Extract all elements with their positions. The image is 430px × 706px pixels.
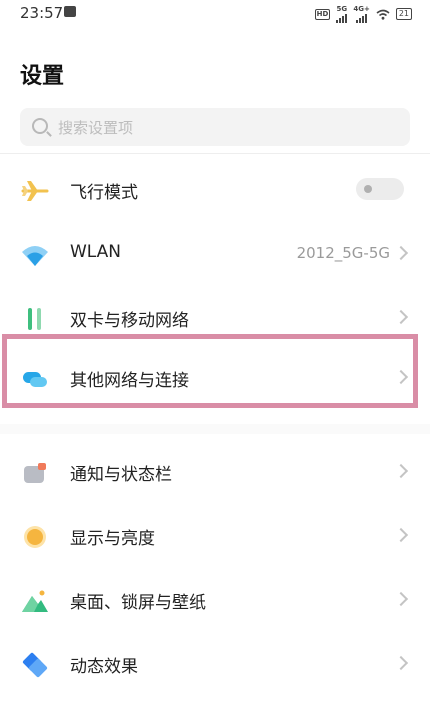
settings-item-label: 双卡与移动网络: [70, 311, 189, 331]
wlan-network-name: 2012_5G-5G: [296, 244, 390, 262]
brightness-icon: [24, 526, 46, 548]
chevron-right-icon: [393, 309, 409, 325]
section-separator: [0, 424, 430, 434]
highlight-frame: [2, 334, 418, 408]
settings-item-label: 桌面、锁屏与壁纸: [70, 593, 206, 613]
settings-item-label: 动态效果: [70, 657, 138, 677]
settings-item-animation[interactable]: 动态效果: [0, 632, 430, 696]
airplane-mode-toggle[interactable]: [356, 178, 404, 200]
settings-item-label: 显示与亮度: [70, 529, 155, 549]
divider: [0, 153, 430, 154]
wifi-icon: [22, 246, 48, 266]
wallpaper-icon: [22, 590, 48, 612]
settings-item-label: 通知与状态栏: [70, 465, 172, 485]
status-bar: 23:57 HD 5G 4G+ 21: [0, 0, 430, 26]
search-placeholder: 搜索设置项: [58, 119, 134, 137]
sim-cards-icon: [28, 308, 41, 330]
hd-badge: HD: [314, 8, 331, 20]
settings-item-wlan[interactable]: WLAN 2012_5G-5G: [0, 222, 430, 286]
status-indicators: HD 5G 4G+ 21: [314, 5, 412, 23]
page-title: 设置: [20, 64, 65, 89]
chevron-right-icon: [393, 591, 409, 607]
signal-5g-icon: 5G: [336, 5, 348, 23]
settings-item-label: WLAN: [70, 242, 122, 262]
settings-item-display[interactable]: 显示与亮度: [0, 504, 430, 568]
animation-icon: [22, 652, 48, 678]
battery-icon: 21: [395, 8, 412, 20]
signal-4g-icon: 4G+: [353, 5, 370, 23]
status-time: 23:57: [20, 4, 64, 22]
message-icon: [64, 6, 76, 17]
search-input[interactable]: 搜索设置项: [20, 108, 410, 146]
airplane-icon: [21, 181, 49, 201]
settings-item-notifications[interactable]: 通知与状态栏: [0, 440, 430, 504]
toggle-knob: [364, 185, 372, 193]
net-5g-label: 5G: [336, 5, 348, 13]
wifi-status-icon: [376, 9, 390, 20]
chevron-right-icon: [393, 463, 409, 479]
net-4g-label: 4G+: [353, 5, 370, 13]
chevron-right-icon: [393, 245, 409, 261]
search-icon: [32, 118, 48, 134]
settings-item-label: 飞行模式: [70, 183, 138, 203]
notification-icon: [24, 463, 46, 483]
settings-item-airplane-mode[interactable]: 飞行模式: [0, 158, 430, 222]
chevron-right-icon: [393, 527, 409, 543]
chevron-right-icon: [393, 655, 409, 671]
settings-item-wallpaper[interactable]: 桌面、锁屏与壁纸: [0, 568, 430, 632]
